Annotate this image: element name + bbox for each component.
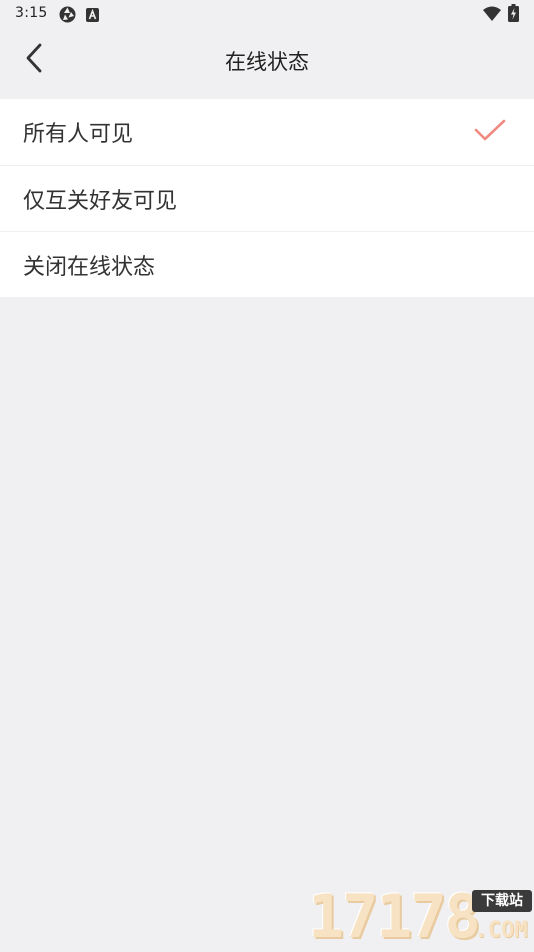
status-time: 3:15 xyxy=(15,5,48,21)
option-mutual-friends-visible[interactable]: 仅互关好友可见 xyxy=(0,165,534,231)
option-label: 仅互关好友可见 xyxy=(23,188,178,214)
option-label: 所有人可见 xyxy=(23,122,134,147)
status-bar: 3:15 xyxy=(0,0,534,28)
check-icon xyxy=(474,119,506,147)
aperture-icon xyxy=(59,6,76,27)
watermark-logo: 17178 下载站 .COM xyxy=(308,884,534,950)
page-title: 在线状态 xyxy=(225,50,309,74)
watermark-suffix: .COM xyxy=(474,918,528,943)
online-status-options: 所有人可见 仅互关好友可见 关闭在线状态 xyxy=(0,99,534,297)
watermark-number: 17178 xyxy=(308,882,481,952)
battery-charging-icon xyxy=(508,4,519,26)
watermark-badge: 下载站 xyxy=(472,890,532,912)
a-box-icon xyxy=(86,7,99,26)
option-turn-off-online-status[interactable]: 关闭在线状态 xyxy=(0,231,534,297)
option-everyone-visible[interactable]: 所有人可见 xyxy=(0,99,534,165)
option-label: 关闭在线状态 xyxy=(23,254,156,280)
nav-bar: 在线状态 xyxy=(0,28,534,92)
wifi-icon xyxy=(483,6,501,25)
